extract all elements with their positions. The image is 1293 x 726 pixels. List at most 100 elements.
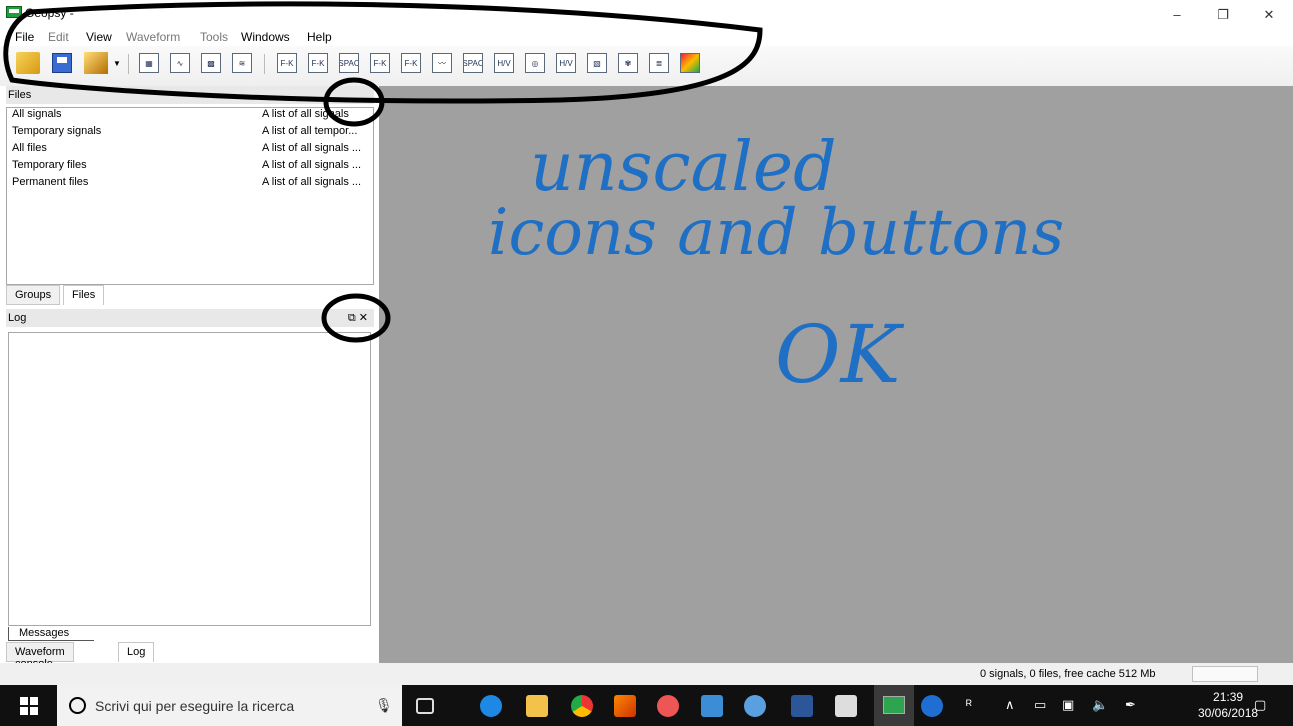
clock-time: 21:39 — [1213, 690, 1244, 704]
list-item[interactable]: All signals — [12, 108, 62, 125]
chevron-down-icon[interactable]: ▼ — [113, 59, 121, 68]
menu-tools[interactable]: Tools — [200, 30, 228, 44]
save-icon[interactable] — [52, 53, 72, 73]
toolbar: ▼ ▦ ∿ ▩ ≋ F-K F-K SPAC F-K F-K 〰 SPAC H/… — [0, 46, 1293, 86]
hv-2-icon[interactable]: H/V — [556, 53, 576, 73]
log-dock-title: Log ⧉ ✕ — [6, 309, 374, 327]
spac-label: SPAC — [339, 58, 359, 68]
window-title: Geopsy - — [25, 6, 74, 20]
fk-linear-2-icon[interactable]: F-K — [401, 53, 421, 73]
status-text: 0 signals, 0 files, free cache 512 Mb — [980, 668, 1156, 680]
menu-help[interactable]: Help — [307, 30, 332, 44]
damping-icon[interactable] — [680, 53, 700, 73]
help-icon[interactable] — [921, 695, 943, 717]
app-icon[interactable] — [657, 695, 679, 717]
hv-label: H/V — [497, 58, 511, 68]
menu-file[interactable]: File — [15, 30, 34, 44]
clock[interactable]: 21:39 30/06/2018 — [1198, 689, 1258, 721]
files-list[interactable]: All signals A list of all signals Tempor… — [6, 107, 374, 285]
fk-label: F-K — [373, 58, 387, 68]
battery-icon[interactable]: ▭ — [1034, 697, 1046, 713]
hv-label: H/V — [559, 58, 573, 68]
list-item-desc: A list of all signals ... — [262, 159, 362, 171]
signal-icon[interactable]: 〰 — [432, 53, 452, 73]
taskbar-search[interactable]: Scrivi qui per eseguire la ricerca 🎙 — [57, 685, 402, 726]
word-icon[interactable] — [791, 695, 813, 717]
log-text-area[interactable] — [8, 332, 371, 626]
structure-icon[interactable]: ≣ — [649, 53, 669, 73]
list-item[interactable]: Temporary signals — [12, 125, 101, 142]
list-item-desc: A list of all tempor... — [262, 125, 358, 137]
hv-icon[interactable]: H/V — [494, 53, 514, 73]
tab-waveform-console[interactable]: Waveform console — [6, 642, 74, 670]
open-folder-icon[interactable] — [16, 52, 40, 74]
tab-log[interactable]: Log — [118, 642, 155, 662]
polarization-icon[interactable]: ✾ — [618, 53, 638, 73]
fk-label: F-K — [404, 58, 418, 68]
notification-icon[interactable]: ▢ — [1254, 697, 1266, 713]
menu-view[interactable]: View — [86, 30, 112, 44]
title-bar: Geopsy - – ❐ ✕ — [0, 0, 1293, 26]
chevron-up-icon[interactable]: ∧ — [1005, 697, 1015, 713]
tab-files[interactable]: Files — [63, 285, 105, 305]
map-icon[interactable]: ▩ — [201, 53, 221, 73]
chrome-icon[interactable] — [571, 695, 593, 717]
menu-edit[interactable]: Edit — [48, 30, 69, 44]
taskbar: Scrivi qui per eseguire la ricerca 🎙 ᴿ ∧… — [0, 685, 1293, 726]
edge-icon[interactable] — [480, 695, 502, 717]
cortana-icon — [69, 697, 86, 714]
spac-icon[interactable]: SPAC — [339, 53, 359, 73]
task-view-icon[interactable] — [416, 698, 434, 714]
toolbar-separator — [264, 54, 265, 74]
list-item[interactable]: All files — [12, 142, 47, 159]
pen-icon[interactable]: ✒ — [1125, 697, 1136, 713]
network-icon[interactable]: ▣ — [1062, 697, 1074, 713]
hv-rotate-icon[interactable]: ◎ — [525, 53, 545, 73]
geopsy-taskbar-button[interactable] — [874, 685, 914, 726]
document-app-icon[interactable] — [835, 695, 857, 717]
list-item[interactable]: Permanent files — [12, 176, 88, 193]
fk-array-icon[interactable]: F-K — [277, 53, 297, 73]
close-icon[interactable]: ✕ — [359, 312, 368, 324]
toolbar-separator — [128, 54, 129, 74]
search-placeholder: Scrivi qui per eseguire la ricerca — [95, 698, 295, 714]
log-dock-label: Log — [8, 312, 27, 324]
fk-array-2-icon[interactable]: F-K — [308, 53, 328, 73]
menu-waveform[interactable]: Waveform — [126, 30, 180, 44]
network-app-icon[interactable] — [744, 695, 766, 717]
menu-bar: File Edit View Waveform Tools Windows He… — [0, 26, 1293, 46]
spac-label: SPAC — [463, 58, 483, 68]
spac-2-icon[interactable]: SPAC — [463, 53, 483, 73]
clock-date: 30/06/2018 — [1198, 706, 1259, 720]
status-progress — [1192, 666, 1258, 682]
dock-buttons: ⧉ ✕ — [348, 311, 368, 325]
file-explorer-icon[interactable] — [526, 695, 548, 717]
people-icon[interactable]: ᴿ — [966, 697, 972, 712]
handwritten-note: icons and buttons — [488, 196, 1065, 270]
windows-start-icon[interactable] — [20, 697, 38, 715]
float-icon[interactable]: ⧉ — [348, 312, 356, 324]
chronogram-icon[interactable]: ≋ — [232, 53, 252, 73]
volume-icon[interactable]: 🔈 — [1092, 697, 1108, 713]
photos-icon[interactable] — [701, 695, 723, 717]
files-dock-label: Files — [8, 89, 32, 101]
tools-icon[interactable] — [84, 52, 108, 74]
files-dock-title: Files — [6, 86, 374, 104]
tab-groups[interactable]: Groups — [6, 285, 61, 305]
fk-label: F-K — [311, 58, 325, 68]
list-item-desc: A list of all signals ... — [262, 142, 362, 154]
geopsy-app-icon — [6, 6, 22, 18]
spectrum-icon[interactable]: ▧ — [587, 53, 607, 73]
geopsy-task-icon — [883, 696, 905, 714]
menu-windows[interactable]: Windows — [241, 30, 290, 44]
list-item[interactable]: Temporary files — [12, 159, 87, 176]
handwritten-note: OK — [775, 308, 901, 401]
microphone-icon[interactable]: 🎙 — [375, 697, 393, 714]
matlab-icon[interactable] — [614, 695, 636, 717]
fk-linear-icon[interactable]: F-K — [370, 53, 390, 73]
tab-messages[interactable]: Messages — [8, 627, 94, 641]
list-item-desc: A list of all signals — [262, 108, 349, 120]
graphic-icon[interactable]: ∿ — [170, 53, 190, 73]
table-icon[interactable]: ▦ — [139, 53, 159, 73]
status-bar: 0 signals, 0 files, free cache 512 Mb — [0, 663, 1293, 685]
